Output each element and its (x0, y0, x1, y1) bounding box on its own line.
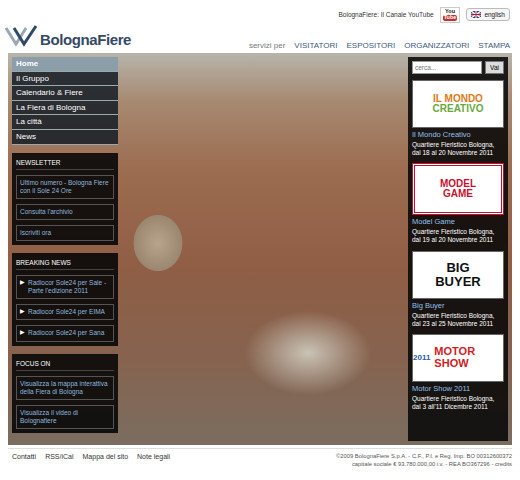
event-card[interactable]: BIGBUYER Big Buyer Quartiere Fieristico Bo… (412, 251, 504, 328)
breaking-news-box: BREAKING NEWS▶Radiocor Sole24 per Sale -… (12, 253, 118, 346)
event-logo[interactable]: IL MONDOCREATIVO (412, 80, 504, 128)
event-description: Quartiere Fieristico Bologna, dal 23 al … (412, 312, 504, 328)
left-sidebar: HomeIl GruppoCalendario & FiereLa Fiera … (12, 57, 118, 441)
event-logo[interactable]: MODELGAME (412, 163, 504, 215)
menu-item[interactable]: Il Gruppo (12, 72, 118, 87)
youtube-tube: Tube (443, 15, 458, 21)
event-card[interactable]: IL MONDOCREATIVO Il Mondo Creativo Quartie… (412, 80, 504, 157)
event-logo-text: BUYER (435, 275, 481, 289)
section-title: FOCUS ON (16, 358, 114, 371)
event-logo-text: GAME (443, 189, 473, 200)
youtube-link[interactable]: BolognaFiere: Il Canale YouTube (338, 11, 433, 18)
footer-link[interactable]: Mappa del sito (83, 453, 129, 460)
nav-item[interactable]: ORGANIZZATORI (404, 41, 469, 50)
event-logo-text: MODEL (440, 179, 476, 190)
language-button[interactable]: english (466, 8, 510, 21)
event-title[interactable]: Model Game (412, 217, 504, 226)
section-item[interactable]: Visualizza la mappa interattiva della Fi… (16, 376, 114, 400)
menu-item[interactable]: La Fiera di Bologna (12, 101, 118, 116)
section-item[interactable]: ▶Radiocor Sole24 per EIMA (16, 304, 114, 320)
search-bar: Vai (412, 61, 504, 74)
section-item[interactable]: ▶Radiocor Sole24 per Sana (16, 325, 114, 341)
event-description: Quartiere Fieristico Bologna, dal 3 all'… (412, 395, 504, 411)
bullet-icon: ▶ (20, 308, 25, 316)
section-link[interactable]: Visualizza la mappa interattiva della Fi… (20, 380, 110, 396)
section-link[interactable]: Iscriviti ora (20, 229, 51, 237)
header: BolognaFiere BolognaFiere: Il Canale YouT… (0, 0, 520, 53)
newsletter-box: NEWSLETTER Ultimo numero - Bologna Fiere … (12, 153, 118, 246)
section-item[interactable]: Ultimo numero - Bologna Fiere con il Sol… (16, 175, 114, 199)
menu-item[interactable]: Calendario & Fiere (12, 86, 118, 101)
footer-legal: ©2009 BolognaFiere S.p.A. - C.F., P.I. e… (336, 453, 512, 469)
focus-on-box: FOCUS ON Visualizza la mappa interattiva … (12, 354, 118, 434)
bullet-icon: ▶ (20, 329, 25, 337)
footer-link[interactable]: Contatti (12, 453, 36, 460)
event-title[interactable]: Motor Show 2011 (412, 384, 504, 393)
footer-link[interactable]: RSS/iCal (45, 453, 73, 460)
language-label[interactable]: english (484, 11, 505, 18)
section-link[interactable]: Radiocor Sole24 per Sale - Parte l'edizi… (28, 279, 110, 295)
section-title: NEWSLETTER (16, 157, 114, 170)
event-logo-text: CREATIVO (433, 104, 484, 115)
section-link[interactable]: Consulta l'archivio (20, 208, 73, 216)
event-logo-text: MOTOR SHOW (434, 346, 503, 369)
section-link[interactable]: Ultimo numero - Bologna Fiere con il Sol… (20, 179, 110, 195)
logo[interactable]: BolognaFiere (4, 0, 131, 53)
company-capital: capitale sociale € 93.780.000,00 i.v. - … (352, 461, 512, 469)
top-row: BolognaFiere: Il Canale YouTube YouTube en… (338, 7, 510, 23)
event-logo[interactable]: BIGBUYER (412, 251, 504, 299)
footer-links: Contatti RSS/iCal Mappa del sito Note legal… (8, 453, 170, 460)
logo-text[interactable]: BolognaFiere (40, 32, 131, 47)
event-title[interactable]: Big Buyer (412, 301, 504, 310)
logo-v-icon (4, 25, 38, 47)
section-title: BREAKING NEWS (16, 257, 114, 270)
section-item[interactable]: Visualizza il video di Bolognafiere (16, 405, 114, 429)
section-item[interactable]: Consulta l'archivio (16, 204, 114, 220)
event-logo[interactable]: 2011 MOTOR SHOW (412, 334, 504, 382)
bullet-icon: ▶ (20, 279, 25, 295)
menu-item[interactable]: Home (12, 57, 118, 72)
section-item[interactable]: ▶Radiocor Sole24 per Sale - Parte l'ediz… (16, 275, 114, 299)
youtube-you: You (445, 9, 455, 15)
section-link[interactable]: Radiocor Sole24 per Sana (28, 329, 104, 337)
event-card[interactable]: 2011 MOTOR SHOW Motor Show 2011 Quartiere F… (412, 334, 504, 411)
header-right: BolognaFiere: Il Canale YouTube YouTube en… (249, 0, 510, 53)
event-description: Quartiere Fieristico Bologna, dal 18 al … (412, 141, 504, 157)
search-field[interactable] (412, 61, 482, 74)
footer: Contatti RSS/iCal Mappa del sito Note legal… (8, 448, 512, 469)
event-logo-text: IL MONDO (433, 94, 483, 105)
uk-flag-icon (471, 11, 481, 18)
youtube-icon[interactable]: YouTube (440, 7, 461, 23)
footer-link[interactable]: Note legali (137, 453, 170, 460)
menu-item[interactable]: News (12, 130, 118, 145)
menu-item[interactable]: La città (12, 115, 118, 130)
event-logo-text: 2011 (413, 354, 430, 362)
search-button[interactable]: Vai (485, 61, 504, 74)
section-item[interactable]: Iscriviti ora (16, 225, 114, 241)
section-link[interactable]: Radiocor Sole24 per EIMA (28, 308, 105, 316)
service-nav: servizi per VISITATORI ESPOSITORI ORGANIZZA… (249, 41, 510, 50)
right-sidebar: Vai IL MONDOCREATIVO Il Mondo Creativo Quar… (408, 57, 508, 441)
nav-item[interactable]: STAMPA (478, 41, 510, 50)
nav-item[interactable]: VISITATORI (294, 41, 337, 50)
event-logo-text: BIG (446, 261, 469, 275)
main-photo: HomeIl GruppoCalendario & FiereLa Fiera … (8, 53, 512, 445)
nav-prefix: servizi per (249, 41, 285, 50)
copyright: ©2009 BolognaFiere S.p.A. - C.F., P.I. e… (336, 453, 512, 461)
event-card[interactable]: MODELGAME Model Game Quartiere Fieristico … (412, 163, 504, 244)
event-title[interactable]: Il Mondo Creativo (412, 130, 504, 139)
event-description: Quartiere Fieristico Bologna, dal 19 al … (412, 228, 504, 244)
nav-item[interactable]: ESPOSITORI (346, 41, 395, 50)
section-link[interactable]: Visualizza il video di Bolognafiere (20, 409, 110, 425)
main-menu: HomeIl GruppoCalendario & FiereLa Fiera … (12, 57, 118, 145)
